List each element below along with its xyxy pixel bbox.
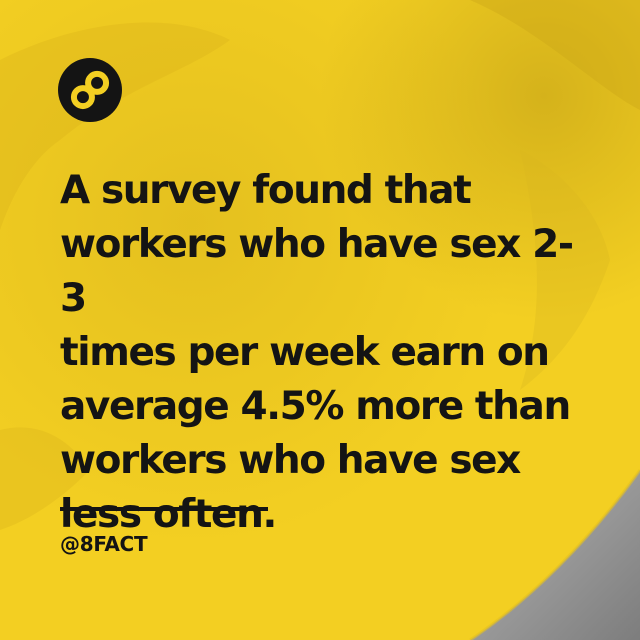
infinity-eight-icon	[58, 58, 122, 122]
account-handle: @8FACT	[60, 532, 148, 556]
divider	[60, 507, 268, 511]
fact-card: A survey found that workers who have sex…	[0, 0, 640, 640]
fact-headline: A survey found that workers who have sex…	[60, 168, 574, 537]
